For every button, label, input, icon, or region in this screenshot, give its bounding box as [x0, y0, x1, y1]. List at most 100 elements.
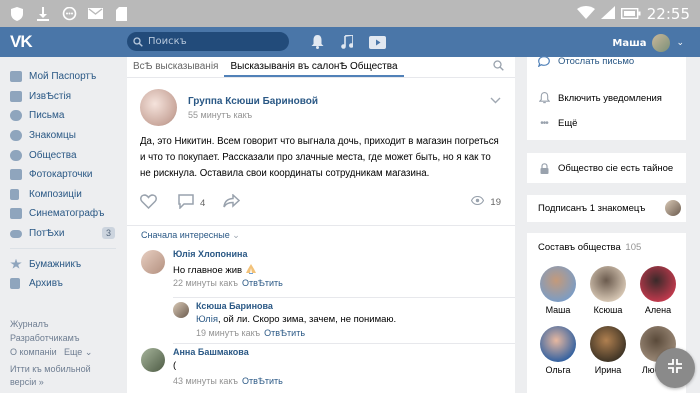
like-button[interactable] [140, 194, 157, 212]
share-button[interactable] [223, 193, 241, 211]
more-actions-button[interactable]: ••• Ещё [527, 112, 686, 134]
member-item[interactable]: Ксюша [590, 266, 626, 315]
views-count: 19 [490, 196, 501, 208]
search-input[interactable]: Поискъ [127, 32, 289, 51]
sidebar-item-bookmarks[interactable]: Бумажникъ [0, 254, 126, 274]
member-item[interactable]: Ирина [590, 326, 626, 375]
sidebar-item-music[interactable]: Композиціи [0, 185, 126, 205]
sidebar-item-friends[interactable]: Знакомцы [0, 126, 126, 146]
footer-link-more[interactable]: Еще ⌄ [64, 347, 92, 358]
message-icon [10, 110, 22, 122]
footer-link-mobile[interactable]: Итти къ мобильной версіи » [10, 363, 110, 389]
mail-icon [82, 0, 108, 27]
members-title[interactable]: Составъ общества 105 [538, 242, 641, 253]
post-text: Да, это Никитин. Всем говорит что выгнал… [140, 136, 499, 179]
privacy-card: Общество сіе есть тайное [527, 153, 686, 183]
footer-link-journal[interactable]: Журналъ [10, 319, 48, 329]
mention-link[interactable]: Юлія [196, 314, 218, 325]
android-status-bar: 22:55 [0, 0, 700, 27]
friends-subscribed: Подписанъ 1 знакомецъ [527, 195, 686, 222]
chevron-down-icon: ⌄ [84, 347, 93, 357]
avatar[interactable] [141, 348, 165, 372]
chevron-down-icon: ⌄ [676, 38, 684, 48]
comments-sort-dropdown[interactable]: Сначала интересные ⌄ [141, 230, 240, 241]
film-icon [10, 208, 22, 220]
reply-button[interactable]: ОтвѢтить [264, 328, 305, 338]
notifications-label: Включить уведомления [558, 92, 662, 104]
search-placeholder: Поискъ [148, 36, 187, 47]
group-name-link[interactable]: Группа Ксюши Бариновой [188, 96, 318, 107]
search-icon [133, 32, 143, 51]
send-message-button[interactable]: Отослать письмо [527, 54, 686, 69]
member-name: Ольга [545, 365, 571, 375]
sidebar-item-label: Бумажникъ [29, 258, 82, 270]
sidebar-item-videos[interactable]: Синематографъ [0, 204, 126, 224]
comment-author[interactable]: Юлія Хлопонина [173, 249, 247, 259]
comment-time[interactable]: 43 минуты какъ [173, 376, 238, 386]
comment-author[interactable]: Анна Башмакова [173, 347, 249, 357]
member-item[interactable]: Маша [540, 266, 576, 315]
news-icon [10, 90, 22, 102]
music-icon[interactable] [338, 33, 356, 51]
main-content: ВсѢ высказыванія Высказыванія въ салонѢ … [127, 57, 515, 393]
friends-subscribed-label: Подписанъ 1 знакомецъ [538, 203, 646, 214]
sidebar-item-label: Синематографъ [29, 208, 105, 220]
sidebar-item-games[interactable]: ПотѢхи 3 [0, 224, 126, 244]
sidebar-item-photos[interactable]: Фотокарточки [0, 165, 126, 185]
user-menu[interactable]: Маша ⌄ [612, 34, 684, 52]
signal-icon [600, 4, 615, 23]
footer-link-about[interactable]: О компаніи [10, 347, 57, 357]
home-icon [10, 71, 22, 83]
member-name: Алена [644, 305, 672, 315]
camera-icon [10, 169, 22, 181]
wifi-icon [576, 4, 595, 23]
member-item[interactable]: Ольга [540, 326, 576, 375]
avatar [652, 34, 671, 52]
avatar [590, 326, 626, 362]
group-avatar[interactable] [140, 89, 177, 126]
avatar[interactable] [173, 302, 189, 318]
wall-tabs: ВсѢ высказыванія Высказыванія въ салонѢ … [127, 57, 515, 78]
sidebar-item-label: ИзвѢстія [29, 90, 72, 102]
more-label: Ещё [558, 117, 578, 129]
sidebar-item-profile[interactable]: Мой Паспортъ [0, 67, 126, 87]
comment-time[interactable]: 19 минутъ какъ [196, 328, 260, 338]
floating-action-button[interactable] [655, 348, 695, 388]
notifications-toggle[interactable]: Включить уведомления [527, 87, 686, 109]
friends-subscribed-card[interactable]: Подписанъ 1 знакомецъ [527, 195, 686, 222]
footer-link-developers[interactable]: Разработчикамъ [10, 333, 80, 343]
post-actions: 4 19 [127, 189, 515, 214]
sidebar-item-messages[interactable]: Письма [0, 106, 126, 126]
video-icon[interactable] [368, 33, 386, 51]
avatar[interactable] [141, 250, 165, 274]
tab-all-posts[interactable]: ВсѢ высказыванія [127, 61, 224, 77]
tab-community-posts[interactable]: Высказыванія въ салонѢ Общества [224, 61, 404, 77]
sidebar-item-label: Мой Паспортъ [29, 71, 97, 83]
comment-time[interactable]: 22 минуты какъ [173, 278, 238, 288]
member-item[interactable]: Алена [640, 266, 676, 315]
privacy-info: Общество сіе есть тайное [527, 153, 686, 183]
reply-button[interactable]: ОтвѢтить [242, 376, 283, 386]
chevron-down-icon[interactable] [490, 96, 501, 107]
comment-meta: 19 минутъ какъ ОтвѢтить [196, 328, 305, 338]
sidebar-item-groups[interactable]: Общества [0, 145, 126, 165]
sidebar-item-news[interactable]: ИзвѢстія [0, 87, 126, 107]
avatar [540, 326, 576, 362]
comment-author[interactable]: Ксюша Баринова [196, 301, 273, 311]
member-name: Маша [545, 305, 571, 315]
praying-hands-emoji-icon [245, 264, 257, 276]
post-time[interactable]: 55 минутъ какъ [188, 110, 252, 120]
comments-sort-label: Сначала интересные [141, 230, 230, 240]
sidebar-item-archive[interactable]: Архивъ [0, 274, 126, 294]
vk-logo[interactable]: VK [10, 32, 33, 52]
eye-icon [471, 195, 485, 208]
comment-button[interactable]: 4 [178, 194, 205, 212]
sd-card-icon [108, 0, 134, 27]
bell-icon[interactable] [308, 33, 326, 51]
search-icon[interactable] [493, 60, 504, 74]
reply-button[interactable]: ОтвѢтить [242, 278, 283, 288]
games-badge: 3 [101, 226, 115, 239]
member-name: Ирина [594, 365, 622, 375]
comment-icon [178, 194, 194, 212]
sidebar-item-label: Письма [29, 110, 65, 122]
